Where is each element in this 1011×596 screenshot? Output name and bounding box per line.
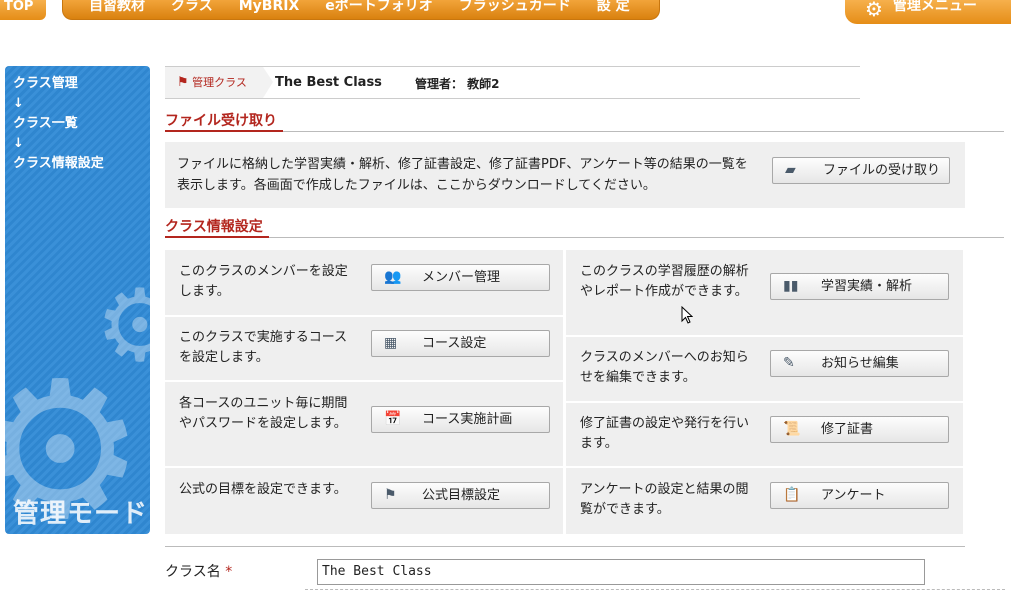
download-tray-icon: ▰ (785, 162, 796, 178)
flag-icon: ⚑ (177, 75, 189, 90)
breadcrumb-tab-label: 管理クラス (192, 76, 247, 89)
breadcrumb-admin: 管理者： 教師2 (415, 77, 500, 91)
flag-icon: ⚑ (384, 487, 397, 503)
admin-menu-button[interactable]: ⚙ 管理メニュー (845, 0, 1011, 24)
setting-description: 公式の目標を設定できます。 (179, 482, 347, 497)
survey-label: アンケート (821, 488, 886, 503)
course-settings-button[interactable]: ▦ コース設定 (371, 330, 550, 357)
certificate-label: 修了証書 (821, 422, 874, 437)
setting-cell-goals: 公式の目標を設定できます。 ⚑ 公式目標設定 (165, 468, 563, 534)
setting-description: 各コースのユニット毎に期間やパスワードを設定します。 (179, 396, 348, 431)
top-link[interactable]: TOP (0, 0, 46, 20)
breadcrumb-class-name: The Best Class (275, 75, 382, 90)
certificate-icon: 📜 (783, 421, 801, 437)
nav-eportfolio[interactable]: eポートフォリオ (325, 0, 433, 19)
members-button[interactable]: 👥 メンバー管理 (371, 264, 550, 291)
nav-class[interactable]: クラス (171, 0, 213, 19)
file-receive-button[interactable]: ▰ ファイルの受け取り (772, 157, 950, 184)
survey-button[interactable]: 📋 アンケート (770, 482, 949, 509)
breadcrumb-admin-class[interactable]: ⚑ 管理クラス (165, 67, 273, 98)
notice-edit-button[interactable]: ✎ お知らせ編集 (770, 350, 949, 377)
form-divider (305, 589, 1005, 590)
main-nav: 自習教材 クラス MyBRIX eポートフォリオ フラッシュカード 設 定 (62, 0, 660, 20)
sidebar: クラス管理 ↓ クラス一覧 ↓ クラス情報設定 ⚙ ⚙ 管理モード (5, 66, 150, 534)
setting-description: このクラスの学習履歴の解析やレポート作成ができます。 (580, 264, 749, 299)
class-name-input[interactable]: The Best Class (317, 559, 925, 585)
members-icon: 👥 (384, 269, 402, 285)
section-heading-class-info: クラス情報設定 (165, 218, 1004, 238)
nav-self-study[interactable]: 自習教材 (89, 0, 145, 19)
certificate-button[interactable]: 📜 修了証書 (770, 416, 949, 443)
setting-cell-members: このクラスのメンバーを設定します。 👥 メンバー管理 (165, 250, 563, 315)
class-name-label-text: クラス名 (165, 564, 221, 580)
nav-mybrix[interactable]: MyBRIX (239, 0, 300, 19)
setting-cell-plan: 各コースのユニット毎に期間やパスワードを設定します。 📅 コース実施計画 (165, 382, 563, 466)
members-button-label: メンバー管理 (422, 270, 501, 285)
analysis-label: 学習実績・解析 (821, 279, 913, 294)
down-arrow-icon: ↓ (13, 96, 24, 111)
nav-settings[interactable]: 設 定 (597, 0, 630, 19)
notice-icon: ✎ (783, 355, 795, 371)
setting-cell-analysis: このクラスの学習履歴の解析やレポート作成ができます。 ▮▮ 学習実績・解析 (566, 250, 963, 335)
setting-cell-survey: アンケートの設定と結果の閲覧ができます。 📋 アンケート (566, 468, 963, 534)
notice-edit-label: お知らせ編集 (821, 356, 899, 371)
sidebar-crumb-class-info: クラス情報設定 (13, 156, 104, 171)
setting-description: クラスのメンバーへのお知らせを編集できます。 (580, 350, 749, 385)
sidebar-breadcrumb: クラス管理 ↓ クラス一覧 ↓ クラス情報設定 (13, 74, 104, 174)
gear-icon: ⚙ (865, 0, 883, 21)
nav-flashcard[interactable]: フラッシュカード (459, 0, 571, 19)
clipboard-icon: 📋 (783, 487, 801, 503)
setting-cell-certificate: 修了証書の設定や発行を行います。 📜 修了証書 (566, 403, 963, 466)
bar-chart-icon: ▮▮ (783, 278, 799, 294)
setting-description: このクラスのメンバーを設定します。 (179, 264, 348, 299)
file-description: ファイルに格納した学習実績・解析、修了証書設定、修了証書PDF、アンケート等の結… (177, 157, 748, 193)
official-goal-label: 公式目標設定 (422, 488, 501, 503)
calendar-icon: 📅 (384, 411, 402, 427)
breadcrumb: ⚑ 管理クラス The Best Class 管理者： 教師2 (165, 66, 860, 99)
required-mark: * (225, 564, 233, 580)
setting-cell-course: このクラスで実施するコースを設定します。 ▦ コース設定 (165, 317, 563, 380)
mouse-cursor-icon (681, 306, 693, 324)
class-name-label: クラス名 * (165, 561, 232, 581)
setting-cell-notice: クラスのメンバーへのお知らせを編集できます。 ✎ お知らせ編集 (566, 337, 963, 401)
admin-mode-label: 管理モード (13, 499, 149, 529)
sidebar-crumb-class-management[interactable]: クラス管理 (13, 74, 104, 94)
course-plan-label: コース実施計画 (422, 412, 513, 427)
sidebar-crumb-class-list[interactable]: クラス一覧 (13, 114, 104, 134)
top-navigation: TOP 自習教材 クラス MyBRIX eポートフォリオ フラッシュカード 設 … (0, 0, 1011, 24)
file-receive-box: ファイルに格納した学習実績・解析、修了証書設定、修了証書PDF、アンケート等の結… (165, 142, 965, 208)
analysis-button[interactable]: ▮▮ 学習実績・解析 (770, 273, 949, 300)
file-receive-label: ファイルの受け取り (823, 163, 941, 178)
official-goal-button[interactable]: ⚑ 公式目標設定 (371, 482, 550, 509)
course-plan-button[interactable]: 📅 コース実施計画 (371, 406, 550, 433)
setting-description: 修了証書の設定や発行を行います。 (580, 416, 750, 451)
section-heading-file: ファイル受け取り (165, 112, 1004, 132)
admin-menu-label: 管理メニュー (892, 0, 977, 14)
setting-description: このクラスで実施するコースを設定します。 (179, 330, 348, 365)
setting-description: アンケートの設定と結果の閲覧ができます。 (580, 482, 749, 517)
settings-grid: このクラスのメンバーを設定します。 👥 メンバー管理 このクラスで実施するコース… (165, 250, 965, 534)
form-divider (165, 546, 965, 547)
section-title: クラス情報設定 (165, 218, 269, 238)
course-settings-label: コース設定 (422, 336, 487, 351)
section-title: ファイル受け取り (165, 112, 283, 132)
down-arrow-icon: ↓ (13, 136, 24, 151)
course-icon: ▦ (384, 335, 398, 351)
